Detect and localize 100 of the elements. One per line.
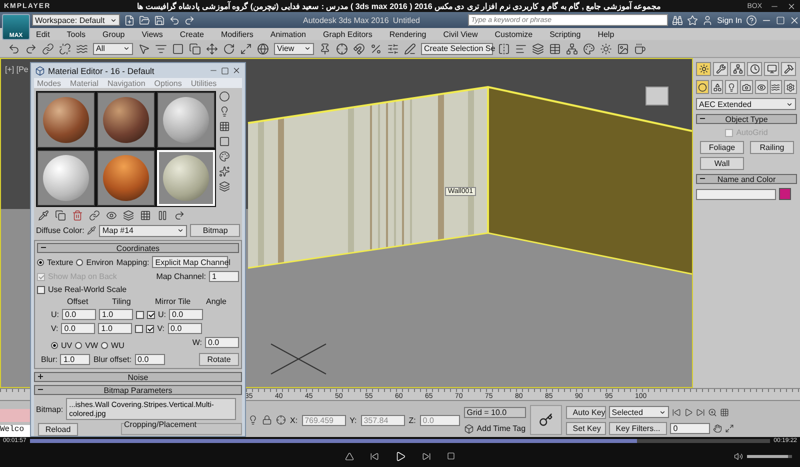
next-icon[interactable] <box>422 452 431 460</box>
object-type-button[interactable]: Wall <box>700 157 744 170</box>
link-icon[interactable] <box>89 210 100 221</box>
layers-icon[interactable] <box>123 210 134 221</box>
pin-icon[interactable] <box>319 42 331 54</box>
menu-item[interactable]: Graph Editors <box>322 30 372 38</box>
sphere-icon[interactable] <box>219 91 230 102</box>
listener-field[interactable] <box>0 409 30 422</box>
material-slot[interactable] <box>157 92 215 148</box>
copy-icon[interactable] <box>55 210 66 221</box>
lock-icon[interactable] <box>262 415 272 425</box>
color-swatch[interactable] <box>779 188 791 200</box>
toolbar-dropdown[interactable]: View <box>274 42 314 54</box>
add-time-tag-label[interactable]: Add Time Tag <box>476 424 526 433</box>
magnet-icon[interactable] <box>353 42 365 54</box>
sign-in-link[interactable]: Sign In <box>717 16 742 24</box>
cube-icon[interactable] <box>464 424 474 434</box>
checker-icon[interactable] <box>140 210 151 221</box>
material-slot[interactable] <box>37 92 95 148</box>
panel-tab[interactable] <box>764 62 779 76</box>
scale-icon[interactable] <box>240 42 252 54</box>
palette-icon[interactable] <box>583 42 595 54</box>
frame-field[interactable]: 0 <box>670 422 710 434</box>
skip-forward-icon[interactable] <box>696 408 705 416</box>
radio-button[interactable] <box>37 258 44 266</box>
crosshair-icon[interactable] <box>276 415 286 425</box>
panel-tab[interactable] <box>730 62 745 76</box>
pointer-icon[interactable] <box>138 42 150 54</box>
menu-item[interactable]: Create <box>180 30 204 38</box>
user-icon[interactable] <box>702 14 714 26</box>
key-button[interactable] <box>530 405 562 435</box>
angle-field[interactable]: 0.0 <box>169 309 203 320</box>
blur-field[interactable]: 1.0 <box>60 354 90 365</box>
rotate-button[interactable]: Rotate <box>199 353 239 366</box>
sliders-icon[interactable] <box>387 42 399 54</box>
rollout-header[interactable]: Name and Color <box>696 174 797 184</box>
network-icon[interactable] <box>566 42 578 54</box>
close-icon[interactable] <box>232 66 241 75</box>
rotate-icon[interactable] <box>223 42 235 54</box>
category-button[interactable] <box>725 80 738 94</box>
rollout-header[interactable]: Object Type <box>696 114 797 124</box>
zoom-icon[interactable] <box>708 408 717 416</box>
offset-field[interactable]: 0.0 <box>61 323 96 334</box>
palette-icon[interactable] <box>219 151 230 162</box>
pipette-icon[interactable] <box>87 226 96 235</box>
panel-tab[interactable] <box>713 62 728 76</box>
panel-tab[interactable] <box>747 62 762 76</box>
menu-item[interactable]: Rendering <box>389 30 426 38</box>
menu-item[interactable]: Edit <box>36 30 50 38</box>
radio-button[interactable] <box>76 258 84 266</box>
workspace-dropdown[interactable]: Workspace: Default <box>32 14 120 26</box>
mirror-icon[interactable] <box>498 42 510 54</box>
square-icon[interactable] <box>172 42 184 54</box>
delete-icon[interactable] <box>72 210 83 221</box>
tile-checkbox[interactable] <box>147 310 155 318</box>
pause-icon[interactable] <box>157 210 168 221</box>
radio-button[interactable] <box>51 342 58 349</box>
material-slot[interactable] <box>97 150 155 206</box>
play-icon[interactable] <box>684 408 693 416</box>
mapping-dropdown[interactable]: Explicit Map Channel <box>152 256 228 268</box>
radio-button[interactable] <box>75 342 82 349</box>
grid-icon[interactable] <box>720 408 729 416</box>
category-button[interactable] <box>754 80 768 94</box>
angle-field[interactable]: 0.0 <box>168 323 202 334</box>
close-icon[interactable] <box>789 14 800 26</box>
mirror-checkbox[interactable] <box>136 310 144 318</box>
name-field[interactable] <box>696 188 776 200</box>
menu-item[interactable]: Views <box>142 30 163 38</box>
toolbar-dropdown[interactable]: Create Selection Se <box>421 42 493 54</box>
bulb-icon[interactable] <box>248 415 258 425</box>
map-type-button[interactable]: Bitmap <box>190 224 240 237</box>
light-icon[interactable] <box>219 106 230 117</box>
rollout-header[interactable]: Coordinates <box>37 243 239 253</box>
menu-item[interactable]: Animation <box>270 30 306 38</box>
category-dropdown[interactable]: AEC Extended <box>696 98 796 110</box>
checkbox[interactable] <box>37 286 45 294</box>
mirror-checkbox[interactable] <box>135 324 144 332</box>
menu-item[interactable]: Material <box>70 78 98 88</box>
menu-item[interactable]: Tools <box>66 30 86 38</box>
category-button[interactable] <box>770 80 782 94</box>
eye-icon[interactable] <box>106 210 117 221</box>
help-icon[interactable] <box>746 14 757 26</box>
globe-icon[interactable] <box>257 42 269 54</box>
rollout-header[interactable]: Bitmap Parameters <box>34 385 242 395</box>
percent-icon[interactable] <box>370 42 382 54</box>
undo-icon[interactable] <box>169 14 180 26</box>
object-type-button[interactable]: Foliage <box>700 141 744 154</box>
menu-item[interactable]: Options <box>154 78 182 88</box>
category-button[interactable] <box>740 80 753 94</box>
panel-tab[interactable] <box>781 62 796 76</box>
new-file-icon[interactable] <box>124 14 135 26</box>
tiling-field[interactable]: 1.0 <box>98 323 132 334</box>
radio-button[interactable] <box>101 342 108 349</box>
redo-icon[interactable] <box>184 14 195 26</box>
material-slot[interactable] <box>37 150 95 206</box>
pipette-icon[interactable] <box>38 210 49 221</box>
menu-item[interactable]: Civil View <box>443 30 478 38</box>
category-button[interactable] <box>710 80 724 94</box>
tiling-field[interactable]: 1.0 <box>99 309 133 320</box>
link-icon[interactable] <box>42 42 54 54</box>
